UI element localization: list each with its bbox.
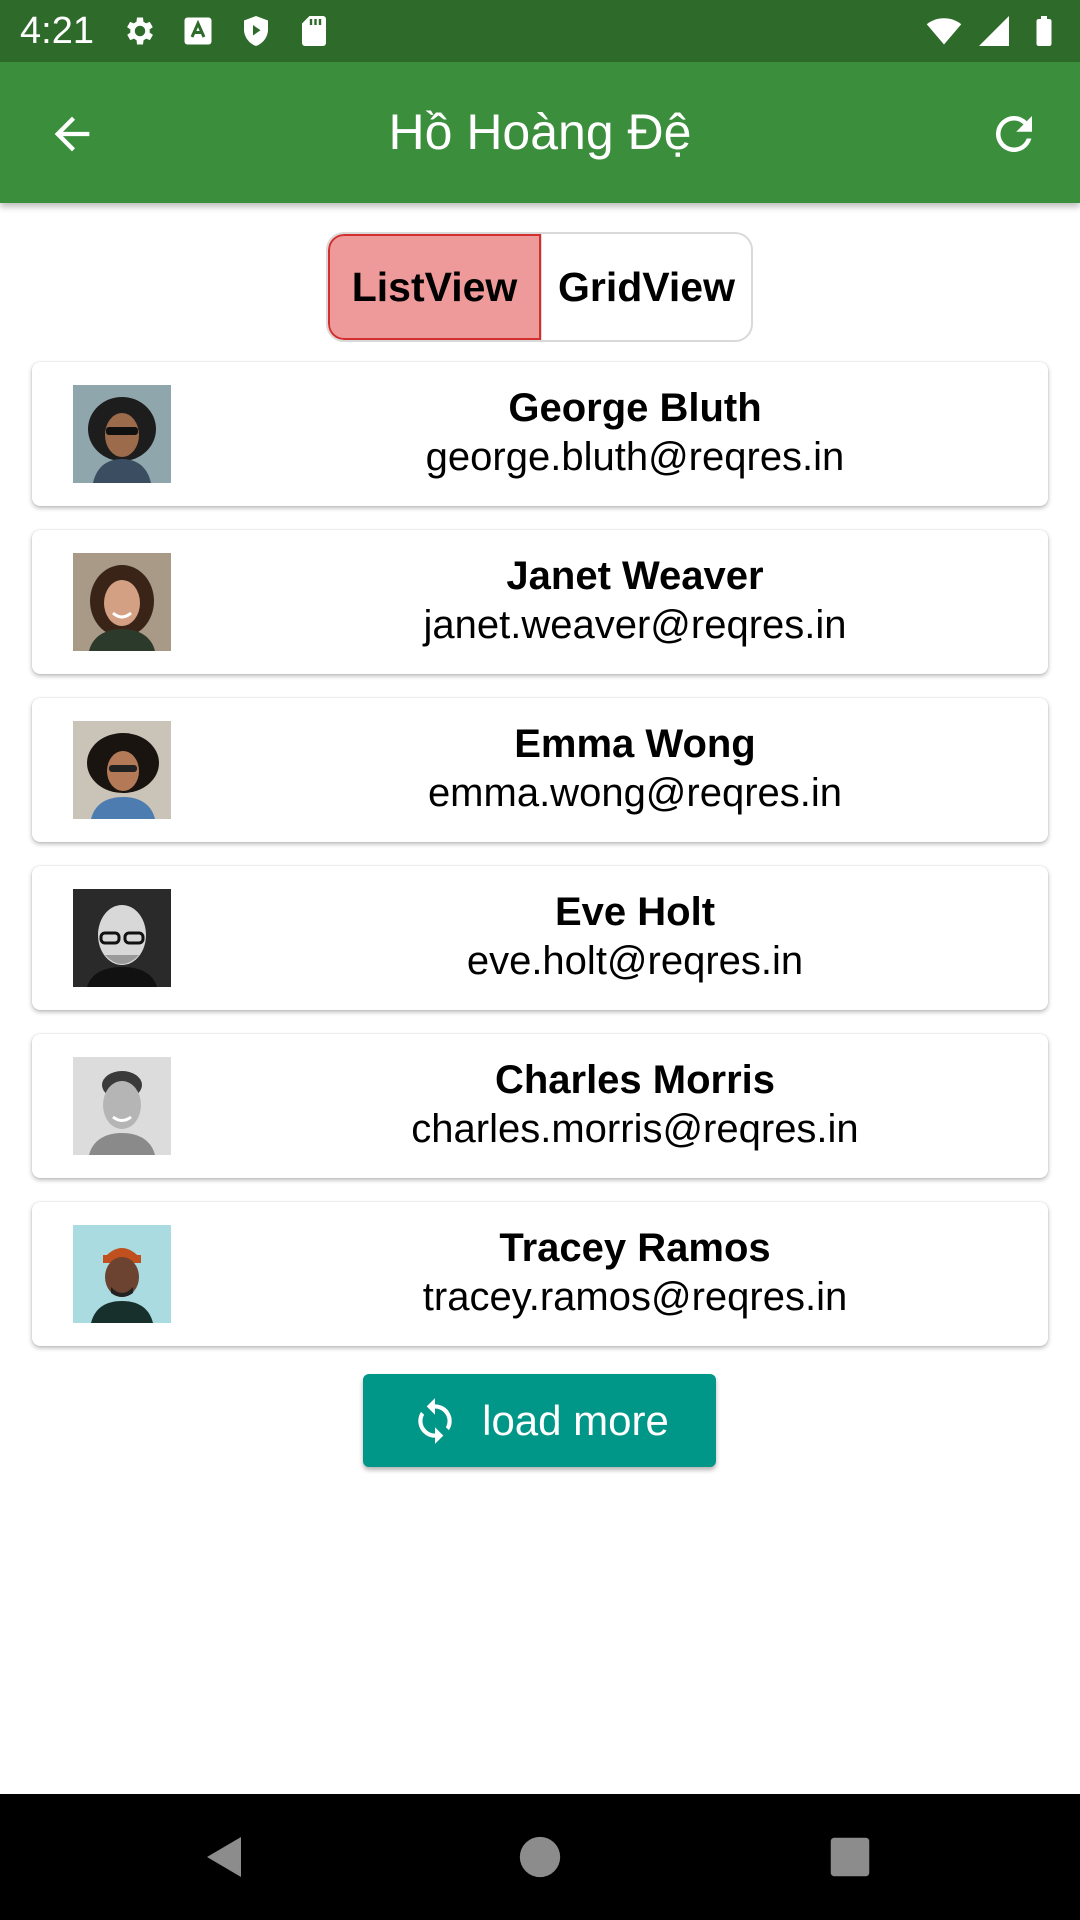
user-list: George Bluth george.bluth@reqres.in Jane…: [32, 362, 1048, 1370]
user-card[interactable]: Eve Holt eve.holt@reqres.in: [32, 866, 1048, 1010]
user-info: Tracey Ramos tracey.ramos@reqres.in: [222, 1224, 1048, 1322]
recents-square-icon: [830, 1837, 870, 1877]
app-bar: Hồ Hoàng Đệ: [0, 62, 1080, 203]
gridview-toggle-button[interactable]: GridView: [541, 234, 751, 340]
load-more-button[interactable]: load more: [363, 1374, 716, 1467]
shield-play-icon: [244, 16, 268, 46]
user-name: Charles Morris: [494, 1058, 776, 1102]
status-icons-left: [122, 13, 332, 49]
avatar: [73, 889, 171, 987]
view-toggle: ListView GridView: [326, 232, 753, 342]
user-email: emma.wong@reqres.in: [427, 771, 843, 815]
user-name: Janet Weaver: [506, 554, 764, 598]
avatar: [73, 721, 171, 819]
refresh-button[interactable]: [984, 104, 1044, 164]
avatar: [73, 1057, 171, 1155]
status-bar: 4:21: [0, 0, 1080, 62]
user-name: George Bluth: [508, 386, 762, 430]
home-circle-icon: [519, 1836, 561, 1878]
refresh-icon: [995, 115, 1032, 152]
user-card[interactable]: Emma Wong emma.wong@reqres.in: [32, 698, 1048, 842]
nav-home-button[interactable]: [507, 1824, 573, 1890]
back-triangle-icon: [207, 1837, 241, 1877]
user-info: Eve Holt eve.holt@reqres.in: [222, 888, 1048, 986]
user-email: charles.morris@reqres.in: [411, 1107, 859, 1151]
status-icons-right: [926, 13, 1062, 49]
a-badge-icon: [184, 17, 212, 45]
user-info: Charles Morris charles.morris@reqres.in: [222, 1056, 1048, 1154]
battery-icon: [1036, 16, 1052, 46]
user-info: Janet Weaver janet.weaver@reqres.in: [222, 552, 1048, 650]
user-email: george.bluth@reqres.in: [425, 435, 845, 479]
system-nav-bar: [0, 1794, 1080, 1920]
avatar: [73, 553, 171, 651]
nav-back-button[interactable]: [192, 1824, 258, 1890]
avatar: [73, 1225, 171, 1323]
user-name: Tracey Ramos: [499, 1226, 771, 1270]
sd-card-icon: [302, 16, 326, 46]
user-card[interactable]: Tracey Ramos tracey.ramos@reqres.in: [32, 1202, 1048, 1346]
user-info: Emma Wong emma.wong@reqres.in: [222, 720, 1048, 818]
back-button[interactable]: [42, 104, 102, 164]
settings-icon: [127, 17, 153, 45]
load-more-label: load more: [482, 1396, 669, 1444]
app-title: Hồ Hoàng Đệ: [388, 104, 692, 160]
user-email: tracey.ramos@reqres.in: [422, 1275, 848, 1319]
user-name: Eve Holt: [554, 890, 716, 934]
arrow-back-icon: [54, 116, 90, 152]
user-card[interactable]: Janet Weaver janet.weaver@reqres.in: [32, 530, 1048, 674]
user-card[interactable]: Charles Morris charles.morris@reqres.in: [32, 1034, 1048, 1178]
signal-icon: [979, 16, 1009, 46]
status-time: 4:21: [20, 10, 94, 52]
user-email: janet.weaver@reqres.in: [423, 603, 847, 647]
user-card[interactable]: George Bluth george.bluth@reqres.in: [32, 362, 1048, 506]
user-email: eve.holt@reqres.in: [466, 939, 804, 983]
wifi-icon: [926, 18, 962, 45]
listview-toggle-button[interactable]: ListView: [328, 234, 541, 340]
avatar: [73, 385, 171, 483]
user-name: Emma Wong: [514, 722, 756, 766]
user-info: George Bluth george.bluth@reqres.in: [222, 384, 1048, 482]
nav-recents-button[interactable]: [817, 1824, 883, 1890]
sync-icon: [418, 1397, 452, 1444]
